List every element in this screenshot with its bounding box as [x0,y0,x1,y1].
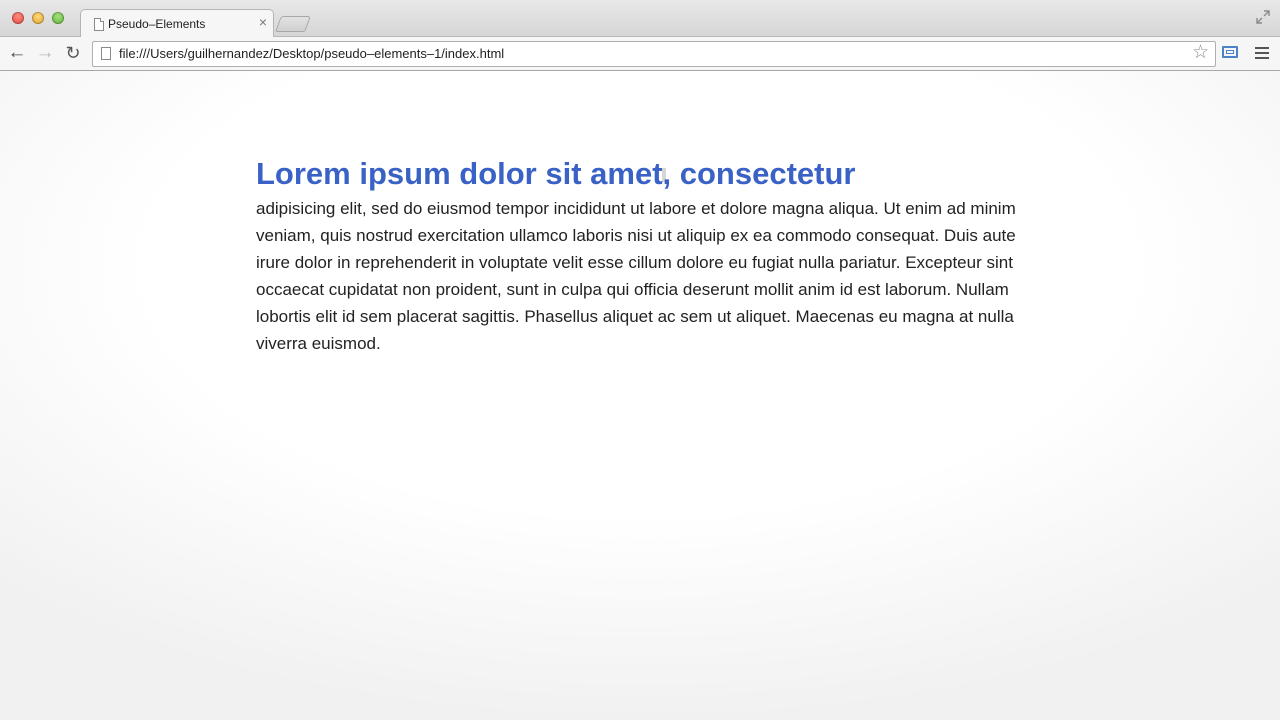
tab-bar: Pseudo–Elements × [0,0,1280,37]
page-headline: Lorem ipsum dolor sit amet, consectetur [256,156,856,191]
cast-screen-icon[interactable] [1222,46,1238,58]
fullscreen-icon[interactable] [1256,10,1270,24]
text-cursor-icon [662,168,666,182]
new-tab-button[interactable] [275,16,311,32]
page-icon [101,47,111,60]
page-icon [94,18,104,31]
address-url[interactable]: file:///Users/guilhernandez/Desktop/pseu… [119,46,504,61]
page-content: Lorem ipsum dolor sit amet, consectetur … [256,155,1026,357]
tab-title: Pseudo–Elements [108,17,206,31]
close-window-icon[interactable] [12,12,24,24]
forward-arrow-icon[interactable]: → [35,43,55,63]
minimize-window-icon[interactable] [32,12,44,24]
tab-pseudo-elements[interactable]: Pseudo–Elements × [80,9,274,37]
page-viewport: Lorem ipsum dolor sit amet, consectetur … [0,71,1280,720]
bookmark-star-icon[interactable]: ☆ [1192,43,1209,63]
address-bar[interactable]: file:///Users/guilhernandez/Desktop/pseu… [92,41,1216,67]
reload-icon[interactable]: ↻ [63,43,83,63]
browser-toolbar: ← → ↻ file:///Users/guilhernandez/Deskto… [0,37,1280,71]
back-arrow-icon[interactable]: ← [7,43,27,63]
tab-close-icon[interactable]: × [259,14,267,30]
page-paragraph: adipisicing elit, sed do eiusmod tempor … [256,199,1016,353]
browser-window: Pseudo–Elements × ← → ↻ file:///Users/gu… [0,0,1280,720]
maximize-window-icon[interactable] [52,12,64,24]
menu-icon[interactable] [1255,47,1269,59]
